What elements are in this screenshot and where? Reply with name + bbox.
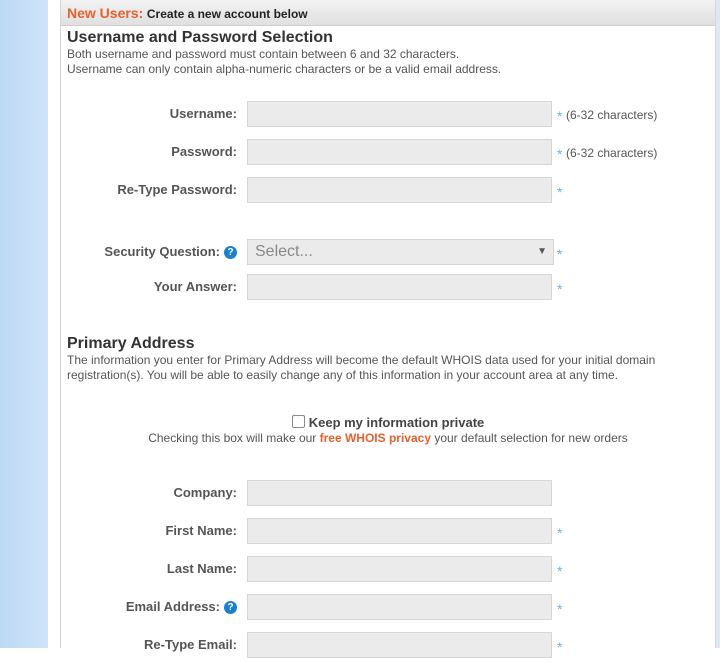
help-icon[interactable]: ? bbox=[224, 246, 237, 259]
privacy-label: Keep my information private bbox=[308, 415, 485, 430]
email-row: Email Address:? * bbox=[61, 594, 715, 624]
answer-required-mark: * bbox=[557, 281, 563, 297]
email-label-wrap: Email Address:? bbox=[126, 594, 237, 624]
credentials-desc: Both username and password must contain … bbox=[67, 47, 687, 77]
security-question-row: Security Question:? Select... ▼ * bbox=[61, 239, 715, 269]
retype-password-required-mark: * bbox=[557, 184, 563, 200]
address-desc: The information you enter for Primary Ad… bbox=[67, 353, 656, 382]
email-input[interactable] bbox=[247, 594, 552, 620]
first-name-input[interactable] bbox=[247, 518, 552, 544]
username-input[interactable] bbox=[247, 101, 552, 127]
security-question-label-wrap: Security Question:? bbox=[104, 239, 237, 269]
username-label: Username: bbox=[169, 106, 237, 121]
privacy-checkbox[interactable] bbox=[291, 415, 305, 428]
left-background-strip bbox=[0, 0, 48, 648]
first-name-required-mark: * bbox=[557, 525, 563, 541]
email-label: Email Address: bbox=[125, 599, 220, 614]
privacy-option: Keep my information private bbox=[61, 415, 715, 430]
answer-input[interactable] bbox=[247, 274, 552, 300]
answer-row: Your Answer: * bbox=[61, 274, 715, 304]
retype-email-input[interactable] bbox=[247, 632, 552, 658]
panel-header: New Users: Create a new account below bbox=[61, 0, 715, 26]
privacy-note: Checking this box will make our free WHO… bbox=[61, 431, 715, 445]
whois-privacy-link[interactable]: free WHOIS privacy bbox=[320, 431, 431, 445]
company-row: Company: bbox=[61, 480, 715, 510]
credentials-title: Username and Password Selection bbox=[67, 29, 333, 46]
address-title: Primary Address bbox=[67, 335, 195, 352]
password-length-hint: (6-32 characters) bbox=[566, 146, 658, 160]
security-question-select[interactable]: Select... ▼ bbox=[247, 239, 554, 265]
chevron-down-icon: ▼ bbox=[537, 246, 547, 257]
security-question-label: Security Question: bbox=[104, 244, 220, 259]
signup-panel: New Users: Create a new account below Us… bbox=[60, 0, 716, 658]
credentials-desc-line2: Username can only contain alpha-numeric … bbox=[67, 62, 502, 76]
first-name-label: First Name: bbox=[165, 523, 237, 538]
retype-password-label: Re-Type Password: bbox=[117, 182, 237, 197]
help-icon[interactable]: ? bbox=[224, 601, 237, 614]
retype-email-required-mark: * bbox=[557, 639, 563, 655]
password-label: Password: bbox=[171, 144, 237, 159]
retype-email-label: Re-Type Email: bbox=[144, 637, 237, 652]
last-name-label: Last Name: bbox=[166, 561, 237, 576]
retype-password-row: Re-Type Password: * bbox=[61, 177, 715, 207]
retype-email-row: Re-Type Email: * bbox=[61, 632, 715, 662]
header-accent: New Users: bbox=[67, 5, 144, 21]
password-input[interactable] bbox=[247, 139, 552, 165]
security-question-required-mark: * bbox=[557, 246, 563, 262]
last-name-row: Last Name: * bbox=[61, 556, 715, 586]
password-required-mark: * bbox=[557, 146, 563, 162]
username-length-hint: (6-32 characters) bbox=[566, 108, 658, 122]
email-required-mark: * bbox=[557, 601, 563, 617]
company-label: Company: bbox=[173, 485, 237, 500]
company-input[interactable] bbox=[247, 480, 552, 506]
retype-password-input[interactable] bbox=[247, 177, 552, 203]
privacy-note-before: Checking this box will make our bbox=[148, 431, 320, 445]
credentials-desc-line1: Both username and password must contain … bbox=[67, 47, 460, 61]
username-required-mark: * bbox=[557, 108, 563, 124]
username-row: Username: * (6-32 characters) bbox=[61, 101, 715, 131]
last-name-required-mark: * bbox=[557, 563, 563, 579]
answer-label: Your Answer: bbox=[153, 279, 237, 294]
first-name-row: First Name: * bbox=[61, 518, 715, 548]
last-name-input[interactable] bbox=[247, 556, 552, 582]
privacy-note-after: your default selection for new orders bbox=[431, 431, 628, 445]
password-row: Password: * (6-32 characters) bbox=[61, 139, 715, 169]
header-text: Create a new account below bbox=[146, 7, 308, 21]
security-question-value: Select... bbox=[255, 243, 313, 260]
